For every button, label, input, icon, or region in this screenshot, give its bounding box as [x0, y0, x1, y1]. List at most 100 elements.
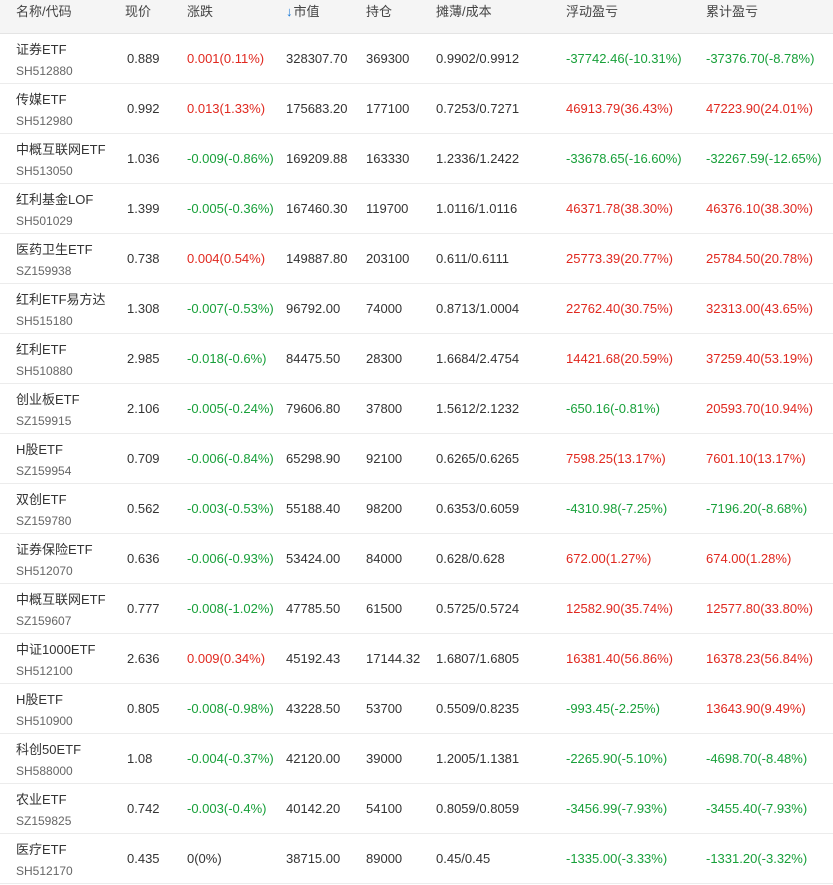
cost-cell: 0.611/0.6111 — [436, 251, 510, 266]
table-row[interactable]: 证券保险ETF SH512070 0.636 -0.006(-0.93%) 53424.… — [0, 534, 833, 584]
float-pnl-cell: -33678.65(-16.60%) — [566, 151, 682, 166]
security-name[interactable]: 红利基金LOF — [16, 192, 93, 208]
security-name[interactable]: 中概互联网ETF — [16, 142, 106, 158]
market-value-cell: 175683.20 — [286, 101, 348, 116]
total-pnl-cell: 674.00(1.28%) — [706, 551, 792, 566]
table-row[interactable]: 红利ETF易方达 SH515180 1.308 -0.007(-0.53%) 96792… — [0, 284, 833, 334]
table-row[interactable]: 中概互联网ETF SH513050 1.036 -0.009(-0.86%) 16920… — [0, 134, 833, 184]
total-pnl-cell: -32267.59(-12.65%) — [706, 151, 822, 166]
header-cost[interactable]: 摊薄/成本 — [436, 0, 492, 33]
market-value-cell: 167460.30 — [286, 201, 348, 216]
table-row[interactable]: 中概互联网ETF SZ159607 0.777 -0.008(-1.02%) 47785… — [0, 584, 833, 634]
header-market-value-sorted[interactable]: ↓市值 — [286, 0, 320, 33]
name-code-cell: 中证1000ETF SH512100 — [16, 642, 95, 679]
header-name-code[interactable]: 名称/代码 — [16, 0, 72, 33]
security-name[interactable]: 创业板ETF — [16, 392, 80, 408]
name-code-cell: H股ETF SZ159954 — [16, 442, 71, 479]
position-cell: 92100 — [366, 451, 403, 466]
header-float-pnl[interactable]: 浮动盈亏 — [566, 0, 618, 33]
cost-cell: 0.7253/0.7271 — [436, 101, 520, 116]
security-name[interactable]: 证券ETF — [16, 42, 73, 58]
table-row[interactable]: 红利ETF SH510880 2.985 -0.018(-0.6%) 84475.50 2… — [0, 334, 833, 384]
table-row[interactable]: 医疗ETF SH512170 0.435 0(0%) 38715.00 89000 0.45… — [0, 834, 833, 884]
table-row[interactable]: 医药卫生ETF SZ159938 0.738 0.004(0.54%) 149887.8… — [0, 234, 833, 284]
table-row[interactable]: H股ETF SH510900 0.805 -0.008(-0.98%) 43228.50… — [0, 684, 833, 734]
name-code-cell: 中概互联网ETF SZ159607 — [16, 592, 106, 629]
name-code-cell: 证券保险ETF SH512070 — [16, 542, 93, 579]
security-name[interactable]: 科创50ETF — [16, 742, 81, 758]
name-code-cell: 双创ETF SZ159780 — [16, 492, 71, 529]
table-row[interactable]: 传媒ETF SH512980 0.992 0.013(1.33%) 175683.20 1… — [0, 84, 833, 134]
price-cell: 0.805 — [127, 701, 160, 716]
security-name[interactable]: 中概互联网ETF — [16, 592, 106, 608]
market-value-cell: 328307.70 — [286, 51, 348, 66]
cost-cell: 0.628/0.628 — [436, 551, 505, 566]
table-row[interactable]: 证券ETF SH512880 0.889 0.001(0.11%) 328307.70 3… — [0, 34, 833, 84]
position-cell: 28300 — [366, 351, 403, 366]
float-pnl-cell: 22762.40(30.75%) — [566, 301, 673, 316]
market-value-cell: 47785.50 — [286, 601, 341, 616]
cost-cell: 1.5612/2.1232 — [436, 401, 520, 416]
security-name[interactable]: 中证1000ETF — [16, 642, 95, 658]
security-code: SH501029 — [16, 214, 73, 228]
security-code: SZ159780 — [16, 514, 72, 528]
market-value-cell: 38715.00 — [286, 851, 341, 866]
market-value-cell: 96792.00 — [286, 301, 341, 316]
cost-cell: 0.5509/0.8235 — [436, 701, 520, 716]
security-name[interactable]: 红利ETF — [16, 342, 73, 358]
name-code-cell: 医疗ETF SH512170 — [16, 842, 73, 879]
security-name[interactable]: 红利ETF易方达 — [16, 292, 106, 308]
total-pnl-cell: -37376.70(-8.78%) — [706, 51, 815, 66]
security-name[interactable]: 农业ETF — [16, 792, 71, 808]
table-row[interactable]: 中证1000ETF SH512100 2.636 0.009(0.34%) 45192.… — [0, 634, 833, 684]
security-name[interactable]: 传媒ETF — [16, 92, 73, 108]
float-pnl-cell: 16381.40(56.86%) — [566, 651, 673, 666]
float-pnl-cell: -1335.00(-3.33%) — [566, 851, 668, 866]
float-pnl-cell: -37742.46(-10.31%) — [566, 51, 682, 66]
market-value-cell: 45192.43 — [286, 651, 341, 666]
header-price[interactable]: 现价 — [125, 0, 151, 33]
market-value-cell: 84475.50 — [286, 351, 341, 366]
security-name[interactable]: H股ETF — [16, 442, 71, 458]
security-name[interactable]: 证券保险ETF — [16, 542, 93, 558]
market-value-cell: 42120.00 — [286, 751, 341, 766]
cost-cell: 0.6353/0.6059 — [436, 501, 520, 516]
change-cell: -0.018(-0.6%) — [187, 351, 267, 366]
name-code-cell: 农业ETF SZ159825 — [16, 792, 71, 829]
change-cell: 0.001(0.11%) — [187, 51, 265, 66]
float-pnl-cell: 46371.78(38.30%) — [566, 201, 673, 216]
table-row[interactable]: H股ETF SZ159954 0.709 -0.006(-0.84%) 65298.90… — [0, 434, 833, 484]
price-cell: 2.636 — [127, 651, 160, 666]
security-name[interactable]: H股ETF — [16, 692, 73, 708]
position-cell: 17144.32 — [366, 651, 421, 666]
price-cell: 1.308 — [127, 301, 160, 316]
table-row[interactable]: 农业ETF SZ159825 0.742 -0.003(-0.4%) 40142.20 5… — [0, 784, 833, 834]
name-code-cell: 创业板ETF SZ159915 — [16, 392, 80, 429]
float-pnl-cell: 672.00(1.27%) — [566, 551, 652, 566]
table-row[interactable]: 创业板ETF SZ159915 2.106 -0.005(-0.24%) 79606.8… — [0, 384, 833, 434]
name-code-cell: 传媒ETF SH512980 — [16, 92, 73, 129]
price-cell: 1.08 — [127, 751, 153, 766]
header-change[interactable]: 涨跌 — [187, 0, 213, 33]
security-code: SH588000 — [16, 764, 73, 778]
total-pnl-cell: -7196.20(-8.68%) — [706, 501, 808, 516]
table-row[interactable]: 红利基金LOF SH501029 1.399 -0.005(-0.36%) 167460… — [0, 184, 833, 234]
table-row[interactable]: 双创ETF SZ159780 0.562 -0.003(-0.53%) 55188.40… — [0, 484, 833, 534]
float-pnl-cell: -4310.98(-7.25%) — [566, 501, 668, 516]
header-position[interactable]: 持仓 — [366, 0, 392, 33]
total-pnl-cell: 37259.40(53.19%) — [706, 351, 813, 366]
table-row[interactable]: 科创50ETF SH588000 1.08 -0.004(-0.37%) 42120.0… — [0, 734, 833, 784]
security-name[interactable]: 医药卫生ETF — [16, 242, 93, 258]
cost-cell: 1.2336/1.2422 — [436, 151, 520, 166]
name-code-cell: 红利ETF SH510880 — [16, 342, 73, 379]
position-cell: 37800 — [366, 401, 403, 416]
header-total-pnl[interactable]: 累计盈亏 — [706, 0, 758, 33]
cost-cell: 1.2005/1.1381 — [436, 751, 520, 766]
security-name[interactable]: 双创ETF — [16, 492, 71, 508]
change-cell: -0.003(-0.53%) — [187, 501, 274, 516]
total-pnl-cell: -1331.20(-3.32%) — [706, 851, 808, 866]
security-name[interactable]: 医疗ETF — [16, 842, 73, 858]
security-code: SH512880 — [16, 64, 73, 78]
position-cell: 369300 — [366, 51, 410, 66]
price-cell: 0.742 — [127, 801, 160, 816]
